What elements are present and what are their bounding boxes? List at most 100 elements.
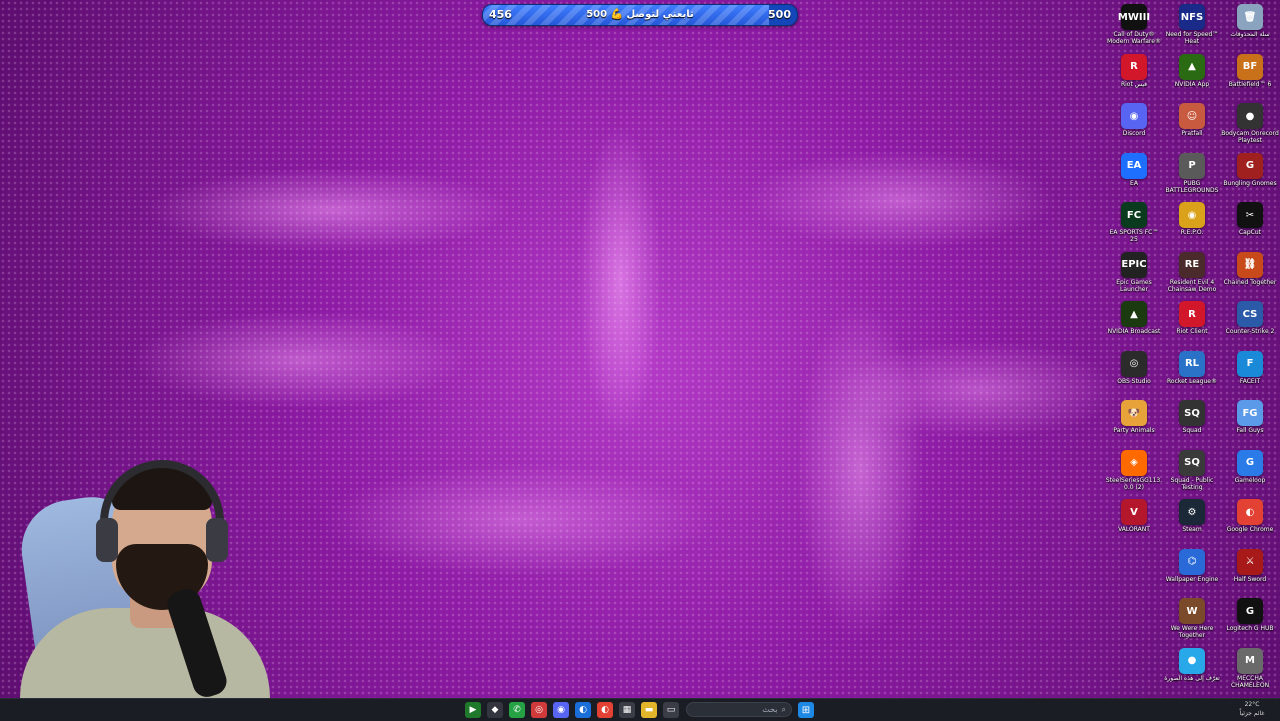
play-icon: ▶ bbox=[469, 705, 477, 715]
desktop-icon-label: FACEIT bbox=[1239, 377, 1261, 385]
riot-client-icon: R bbox=[1179, 301, 1205, 327]
taskbar-app-whatsapp[interactable]: ✆ bbox=[509, 702, 525, 718]
taskbar-weather[interactable]: 22°C غائم جزئياً bbox=[1232, 700, 1272, 718]
discord-icon: ◉ bbox=[1121, 103, 1147, 129]
desktop-icon[interactable]: ◈ SteelSeriesGG113.0.0 (2) bbox=[1105, 448, 1163, 498]
desktop-icon-label: Rocket League® bbox=[1167, 377, 1217, 385]
chrome-icon: ◐ bbox=[1237, 499, 1263, 525]
weather-temperature: 22°C bbox=[1244, 701, 1260, 708]
desktop-icon[interactable]: M MECCHA CHAMELEON bbox=[1221, 646, 1279, 696]
desktop-icon-label: EA bbox=[1130, 179, 1138, 187]
whatsapp-icon: ✆ bbox=[513, 705, 521, 715]
desktop-icon-label: Squad bbox=[1182, 427, 1202, 434]
desktop-icon[interactable]: SQ Squad - Public Testing bbox=[1163, 448, 1221, 498]
desktop-icon[interactable]: P PUBG BATTLEGROUNDS bbox=[1163, 151, 1221, 201]
desktop-icon[interactable]: ✂ CapCut bbox=[1221, 200, 1279, 250]
desktop-icon[interactable]: V VALORANT bbox=[1105, 497, 1163, 547]
desktop-icon-label: Discord bbox=[1122, 130, 1146, 137]
desktop-icon[interactable]: EA EA bbox=[1105, 151, 1163, 201]
desktop-icon-column-3: 🗑 سلة المحذوفات BF Battlefield™ 6 ● Bodycam O… bbox=[1221, 2, 1279, 695]
desktop-icon[interactable]: EPIC Epic Games Launcher bbox=[1105, 250, 1163, 300]
desktop-icon-label: Half Sword bbox=[1233, 575, 1267, 583]
logitech-ghub-icon: G bbox=[1237, 598, 1263, 624]
desktop-icon-label: EA SPORTS FC™ 25 bbox=[1109, 229, 1159, 243]
nvidia-broadcast-icon: ▲ bbox=[1121, 301, 1147, 327]
taskbar: ▶ ◆ ✆ ◎ ◉ ◐ ◐ ▦ ▬ ▭ بحث ⌕ ⊞ 22°C غائم جزئياً bbox=[0, 698, 1280, 721]
taskbar-app-chrome[interactable]: ◐ bbox=[597, 702, 613, 718]
desktop-icon[interactable]: SQ Squad bbox=[1163, 398, 1221, 448]
taskbar-app-game[interactable]: ◆ bbox=[487, 702, 503, 718]
rocket-league-icon: RL bbox=[1179, 350, 1205, 377]
desktop-icon-column-2: NFS Need for Speed™ Heat ▲ NVIDIA App ☺ Pratf… bbox=[1163, 2, 1221, 695]
game-icon: ◆ bbox=[491, 705, 499, 715]
desktop-icon[interactable]: G Bungling Gnomes bbox=[1221, 151, 1279, 201]
browser-icon: ◐ bbox=[579, 705, 587, 715]
desktop-icon[interactable]: RE Resident Evil 4 Chainsaw Demo bbox=[1163, 250, 1221, 300]
desktop-icon[interactable]: ⚙ Steam bbox=[1163, 497, 1221, 547]
desktop-icon[interactable]: FC EA SPORTS FC™ 25 bbox=[1105, 200, 1163, 250]
cod-mw3-icon: MWIII bbox=[1118, 4, 1150, 30]
desktop-icon[interactable]: ◉ R.E.P.O. bbox=[1163, 200, 1221, 250]
store-icon: ▦ bbox=[622, 705, 632, 715]
desktop-icon[interactable]: ⚔ Half Sword bbox=[1221, 547, 1279, 597]
desktop-icon[interactable]: ● Bodycam Onrecord Playtest bbox=[1221, 101, 1279, 151]
desktop-icon-label: SteelSeriesGG113.0.0 (2) bbox=[1105, 476, 1163, 491]
squad-testing-icon: SQ bbox=[1179, 449, 1205, 476]
capcut-icon: ✂ bbox=[1237, 202, 1263, 228]
desktop-icon-label: R.E.P.O. bbox=[1180, 229, 1204, 236]
desktop-icon-column-1: MWIIICall of Duty® Modern Warfare® IIIRR… bbox=[1105, 2, 1163, 547]
taskbar-app-explorer[interactable]: ▬ bbox=[641, 702, 657, 718]
desktop-icon[interactable]: 🐶 Party Animals bbox=[1105, 398, 1163, 448]
repo-icon: ◉ bbox=[1179, 202, 1205, 228]
desktop-icon[interactable]: ◎ OBS Studio bbox=[1105, 349, 1163, 399]
desktop-icon-label: Battlefield™ 6 bbox=[1228, 80, 1272, 88]
desktop-icon-label: MECCHA CHAMELEON bbox=[1230, 674, 1270, 689]
desktop-icon[interactable]: ◉ Discord bbox=[1105, 101, 1163, 151]
desktop-icon[interactable]: G Gameloop bbox=[1221, 448, 1279, 498]
headset-right-earcup bbox=[206, 518, 228, 562]
desktop-icon-label: NVIDIA App bbox=[1174, 80, 1210, 88]
faceit-icon: F bbox=[1237, 350, 1263, 377]
chrome-icon: ◐ bbox=[601, 705, 609, 715]
desktop-icon[interactable]: R Riot فيس bbox=[1105, 52, 1163, 102]
desktop-icon[interactable]: ⛓ Chained Together bbox=[1221, 250, 1279, 300]
desktop-icon-label: Party Animals bbox=[1113, 427, 1155, 434]
desktop-icon[interactable]: R Riot Client bbox=[1163, 299, 1221, 349]
desktop-icon[interactable]: ▲ NVIDIA Broadcast bbox=[1105, 299, 1163, 349]
desktop-icon[interactable]: RL Rocket League® bbox=[1163, 349, 1221, 399]
goal-label: تابعني لتوصل 💪 500 bbox=[586, 9, 694, 20]
desktop-icon[interactable]: FG Fall Guys bbox=[1221, 398, 1279, 448]
taskbar-app-discord[interactable]: ◉ bbox=[553, 702, 569, 718]
desktop-icon-label: Gameloop bbox=[1234, 476, 1266, 484]
desktop-icon[interactable]: MWIIICall of Duty® Modern Warfare® III bbox=[1105, 2, 1163, 52]
squad-icon: SQ bbox=[1179, 400, 1205, 426]
taskbar-app-store[interactable]: ▦ bbox=[619, 702, 635, 718]
desktop-icon[interactable]: ◐ Google Chrome bbox=[1221, 497, 1279, 547]
taskbar-search-box[interactable]: بحث ⌕ bbox=[686, 702, 792, 717]
desktop-icon-label: Bungling Gnomes bbox=[1223, 179, 1277, 187]
taskbar-app-play[interactable]: ▶ bbox=[465, 702, 481, 718]
taskbar-app-task-view[interactable]: ▭ bbox=[663, 702, 679, 718]
meccha-chameleon-icon: M bbox=[1237, 647, 1263, 674]
task-view-icon: ▭ bbox=[666, 705, 676, 715]
desktop-icon[interactable]: F FACEIT bbox=[1221, 349, 1279, 399]
steelseries-icon: ◈ bbox=[1121, 449, 1147, 476]
desktop-icon-label: Call of Duty® Modern Warfare® III bbox=[1107, 31, 1161, 45]
taskbar-app-steelseries[interactable]: ◎ bbox=[531, 702, 547, 718]
windows-start-button[interactable]: ⊞ bbox=[798, 702, 814, 718]
desktop-icon[interactable]: BF Battlefield™ 6 bbox=[1221, 52, 1279, 102]
spotlight-icon: ● bbox=[1179, 647, 1205, 674]
desktop-icon[interactable]: 🗑 سلة المحذوفات bbox=[1221, 2, 1279, 52]
taskbar-app-edge[interactable]: ◐ bbox=[575, 702, 591, 718]
desktop-icon-label: Logitech G HUB bbox=[1226, 625, 1274, 632]
desktop-icon[interactable]: ⌬ Wallpaper Engine bbox=[1163, 547, 1221, 597]
desktop-icon[interactable]: ● تعرّف إلى هذه الصورة bbox=[1163, 646, 1221, 696]
desktop-icon[interactable]: ▲ NVIDIA App bbox=[1163, 52, 1221, 102]
desktop-icon[interactable]: CS Counter-Strike 2 bbox=[1221, 299, 1279, 349]
desktop-icon[interactable]: ☺ Pratfall bbox=[1163, 101, 1221, 151]
fall-guys-icon: FG bbox=[1237, 400, 1263, 426]
desktop-icon[interactable]: W We Were Here Together bbox=[1163, 596, 1221, 646]
desktop-icon[interactable]: NFS Need for Speed™ Heat bbox=[1163, 2, 1221, 52]
desktop-icon-label: Google Chrome bbox=[1226, 526, 1274, 533]
desktop-icon[interactable]: G Logitech G HUB bbox=[1221, 596, 1279, 646]
